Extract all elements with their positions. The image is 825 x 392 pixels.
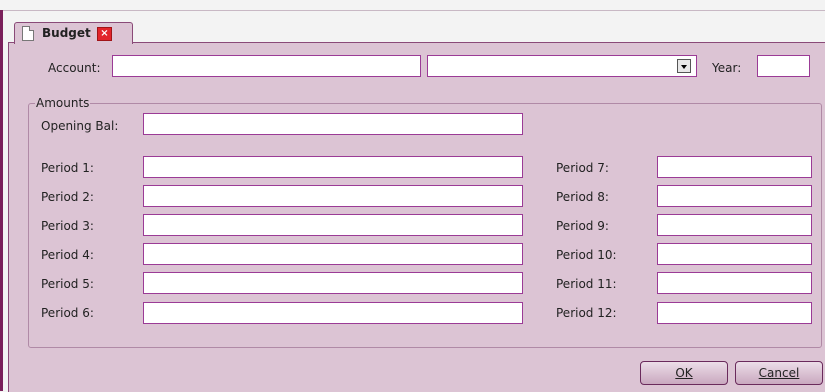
opening-bal-input[interactable] [143,113,523,135]
period-5-label: Period 5: [41,277,94,291]
account-name-combo[interactable] [427,55,697,77]
window-top-border [3,10,825,11]
ok-button[interactable]: OK [640,361,728,385]
document-icon [22,26,34,41]
period-2-label: Period 2: [41,190,94,204]
period-7-input[interactable] [657,156,812,178]
period-4-label: Period 4: [41,248,94,262]
period-7-label: Period 7: [556,161,609,175]
period-9-label: Period 9: [556,219,609,233]
chevron-down-icon[interactable] [677,59,691,73]
period-2-input[interactable] [143,185,523,207]
close-icon[interactable]: × [97,27,112,41]
period-6-label: Period 6: [41,306,94,320]
period-5-input[interactable] [143,272,523,294]
tab-budget[interactable]: Budget × [14,22,133,44]
account-label: Account: [48,61,101,75]
year-input[interactable] [757,55,810,77]
period-12-label: Period 12: [556,306,617,320]
period-4-input[interactable] [143,243,523,265]
account-input[interactable] [112,55,421,77]
period-3-input[interactable] [143,214,523,236]
period-1-input[interactable] [143,156,523,178]
tab-title: Budget [42,26,91,40]
period-8-input[interactable] [657,185,812,207]
opening-bal-label: Opening Bal: [41,119,119,133]
amounts-legend: Amounts [36,96,90,110]
period-10-label: Period 10: [556,248,617,262]
cancel-button[interactable]: Cancel [735,361,823,385]
period-11-input[interactable] [657,272,812,294]
window-left-edge [0,10,3,391]
period-10-input[interactable] [657,243,812,265]
period-11-label: Period 11: [556,277,617,291]
period-12-input[interactable] [657,302,812,324]
period-9-input[interactable] [657,214,812,236]
period-8-label: Period 8: [556,190,609,204]
year-label: Year: [712,61,742,75]
period-3-label: Period 3: [41,219,94,233]
period-1-label: Period 1: [41,161,94,175]
period-6-input[interactable] [143,302,523,324]
